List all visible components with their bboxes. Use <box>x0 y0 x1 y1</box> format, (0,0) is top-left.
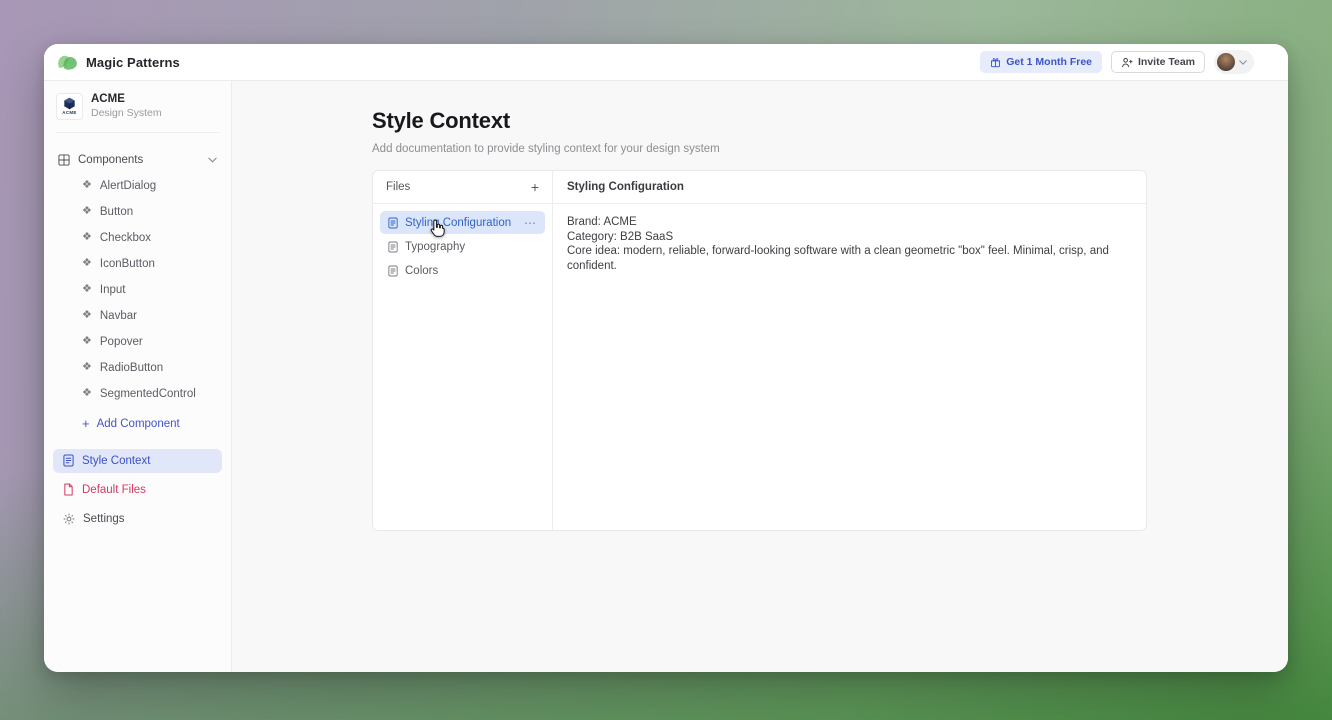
components-section-toggle[interactable]: Components <box>44 147 231 173</box>
org-switcher[interactable]: ACME ACME Design System <box>44 90 231 132</box>
content-line: Category: B2B SaaS <box>567 230 1132 245</box>
files-header-label: Files <box>386 181 410 193</box>
file-name: Typography <box>405 241 465 253</box>
sidebar-component-item[interactable]: ❖ Input <box>44 277 231 303</box>
component-icon: ❖ <box>82 362 92 373</box>
acme-cube-icon <box>63 97 76 110</box>
component-list: ❖ AlertDialog ❖ Button ❖ Checkbox ❖ <box>44 173 231 407</box>
top-header: Magic Patterns Get 1 Month Free <box>44 44 1288 81</box>
component-label: Popover <box>100 336 143 348</box>
file-icon <box>63 483 74 496</box>
component-label: Button <box>100 206 133 218</box>
sidebar-component-item[interactable]: ❖ Navbar <box>44 303 231 329</box>
invite-team-label: Invite Team <box>1138 56 1195 68</box>
chevron-down-icon <box>1239 60 1247 65</box>
sidebar-item-label: Default Files <box>82 484 146 496</box>
sidebar-item-default-files[interactable]: Default Files <box>53 478 222 502</box>
get-month-free-label: Get 1 Month Free <box>1006 56 1092 68</box>
component-icon: ❖ <box>82 232 92 243</box>
org-badge-text: ACME <box>62 111 76 116</box>
sidebar-item-settings[interactable]: Settings <box>53 507 222 531</box>
sidebar: ACME ACME Design System Components <box>44 81 232 672</box>
sidebar-component-item[interactable]: ❖ IconButton <box>44 251 231 277</box>
main-content: Style Context Add documentation to provi… <box>232 81 1288 672</box>
component-label: Input <box>100 284 126 296</box>
file-name: Styling Configuration <box>405 217 511 229</box>
gear-icon <box>63 513 75 525</box>
add-file-button[interactable]: + <box>531 180 539 194</box>
component-label: Checkbox <box>100 232 151 244</box>
magic-patterns-logo-icon <box>57 54 79 71</box>
component-label: IconButton <box>100 258 155 270</box>
document-icon <box>388 241 398 253</box>
brand-logo[interactable]: Magic Patterns <box>57 54 180 71</box>
files-list: Styling Configuration ⋯ <box>373 204 552 289</box>
plus-icon: + <box>82 417 90 430</box>
org-name: ACME <box>91 92 162 107</box>
brand-name: Magic Patterns <box>86 55 180 70</box>
component-icon: ❖ <box>82 258 92 269</box>
document-icon <box>388 265 398 277</box>
file-name: Colors <box>405 265 438 277</box>
component-icon: ❖ <box>82 180 92 191</box>
invite-team-button[interactable]: Invite Team <box>1111 51 1205 73</box>
files-column: Files + <box>373 171 553 530</box>
sidebar-component-item[interactable]: ❖ Popover <box>44 329 231 355</box>
component-label: AlertDialog <box>100 180 156 192</box>
org-subtitle: Design System <box>91 107 162 121</box>
window-body: ACME ACME Design System Components <box>44 81 1288 672</box>
add-component-button[interactable]: + Add Component <box>44 411 231 437</box>
sidebar-component-item[interactable]: ❖ SegmentedControl <box>44 381 231 407</box>
app-window: Magic Patterns Get 1 Month Free <box>44 44 1288 672</box>
add-component-label: Add Component <box>97 418 180 430</box>
sidebar-nav: Style Context Default Files <box>44 449 231 531</box>
components-label: Components <box>78 154 143 166</box>
component-icon: ❖ <box>82 284 92 295</box>
ellipsis-menu-icon[interactable]: ⋯ <box>524 217 537 229</box>
file-content-column: Styling Configuration Brand: ACME Catego… <box>553 171 1146 530</box>
sidebar-item-label: Style Context <box>82 455 150 467</box>
org-logo: ACME <box>56 93 83 120</box>
content-header: Styling Configuration <box>553 171 1146 204</box>
get-month-free-button[interactable]: Get 1 Month Free <box>980 51 1102 73</box>
document-icon <box>63 454 74 467</box>
files-header: Files + <box>373 171 552 204</box>
page-subtitle: Add documentation to provide styling con… <box>372 143 1288 155</box>
user-avatar <box>1217 53 1235 71</box>
file-row[interactable]: Typography ⋯ <box>380 235 545 258</box>
sidebar-item-label: Settings <box>83 513 125 525</box>
content-line: Brand: ACME <box>567 215 1132 230</box>
grid-icon <box>58 154 70 166</box>
content-line: Core idea: modern, reliable, forward-loo… <box>567 244 1132 273</box>
file-row[interactable]: Styling Configuration ⋯ <box>380 211 545 234</box>
sidebar-component-item[interactable]: ❖ RadioButton <box>44 355 231 381</box>
sidebar-component-item[interactable]: ❖ AlertDialog <box>44 173 231 199</box>
document-icon <box>388 217 398 229</box>
sidebar-item-style-context[interactable]: Style Context <box>53 449 222 473</box>
style-context-panel: Files + <box>372 170 1147 531</box>
content-body: Brand: ACME Category: B2B SaaS Core idea… <box>553 204 1146 284</box>
desktop-background: { "header": { "brand": "Magic Patterns",… <box>0 0 1332 720</box>
header-actions: Get 1 Month Free Invite Team <box>980 50 1254 74</box>
component-icon: ❖ <box>82 206 92 217</box>
component-icon: ❖ <box>82 336 92 347</box>
page-title: Style Context <box>372 108 1288 134</box>
sidebar-component-item[interactable]: ❖ Button <box>44 199 231 225</box>
gift-icon <box>990 57 1001 68</box>
sidebar-component-item[interactable]: ❖ Checkbox <box>44 225 231 251</box>
person-plus-icon <box>1121 57 1133 68</box>
component-label: RadioButton <box>100 362 163 374</box>
component-icon: ❖ <box>82 310 92 321</box>
component-label: Navbar <box>100 310 137 322</box>
sidebar-divider <box>56 132 219 133</box>
chevron-down-icon <box>208 157 217 163</box>
file-row[interactable]: Colors ⋯ <box>380 259 545 282</box>
user-menu[interactable] <box>1214 50 1254 74</box>
component-icon: ❖ <box>82 388 92 399</box>
component-label: SegmentedControl <box>100 388 196 400</box>
